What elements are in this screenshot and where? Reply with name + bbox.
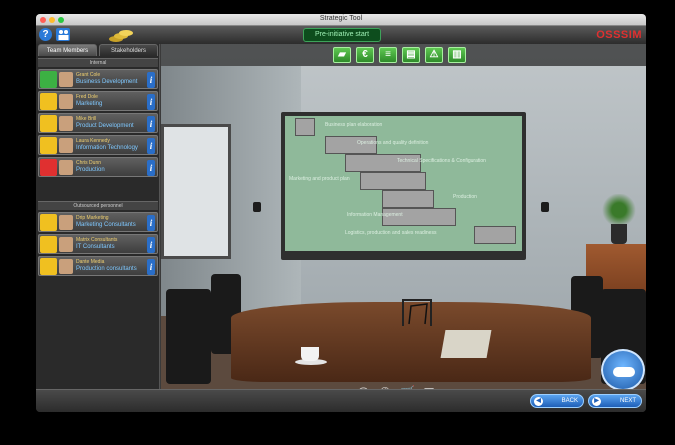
info-icon[interactable]: i — [147, 94, 155, 110]
activity-icon — [40, 93, 57, 110]
tool-toolbar: ▰ € ≡ ▤ ⚠ ▥ — [161, 44, 646, 66]
member-role: Production consultants — [76, 266, 137, 272]
member-role: Marketing Consultants — [76, 222, 136, 228]
activity-icon — [40, 159, 57, 176]
gantt-bar[interactable] — [382, 190, 434, 208]
gantt-task-label: Production — [453, 194, 477, 200]
wall-lamp — [541, 202, 549, 212]
activity-icon — [40, 258, 57, 275]
gantt-chart: Business plan elaboration Operations and … — [285, 116, 522, 251]
gantt-task-label: Technical Specifications & Configuration — [397, 158, 486, 164]
member-name: Grant Cole — [76, 72, 101, 78]
gantt-task-label: Business plan elaboration — [325, 122, 383, 128]
member-role: IT Consultants — [76, 244, 115, 250]
wall-lamp — [253, 202, 261, 212]
app-window: Strategic Tool ? Pre-initiative start OS… — [36, 14, 646, 412]
member-card[interactable]: Fred Dole Marketing i — [38, 91, 158, 111]
back-button[interactable]: ◀ BACK — [530, 394, 584, 408]
back-button-label: BACK — [561, 398, 578, 404]
avatar — [59, 237, 73, 252]
panel-tabs: Team Members Stakeholders — [38, 44, 158, 56]
info-icon[interactable]: i — [147, 138, 155, 154]
book-icon[interactable]: ▤ — [402, 47, 420, 63]
info-icon[interactable]: i — [147, 116, 155, 132]
member-card[interactable]: Mike Brill Product Development i — [38, 113, 158, 133]
next-button[interactable]: ▶ NEXT — [588, 394, 642, 408]
avatar — [59, 160, 73, 175]
member-role: Information Technology — [76, 145, 138, 151]
team-icon[interactable] — [56, 28, 70, 41]
avatar — [59, 72, 73, 87]
meeting-room-scene: Business plan elaboration Operations and … — [161, 44, 646, 389]
member-role: Production — [76, 167, 105, 173]
info-icon[interactable]: i — [147, 72, 155, 88]
bottom-bar: ◀ BACK ▶ NEXT — [36, 389, 646, 412]
member-name: Drip Marketing — [76, 215, 109, 221]
member-name: Chris Dunn — [76, 160, 102, 166]
warning-icon[interactable]: ⚠ — [425, 47, 443, 63]
avatar — [59, 116, 73, 131]
team-panel: Team Members Stakeholders Internal Grant… — [36, 44, 160, 389]
tab-team-members[interactable]: Team Members — [38, 44, 97, 56]
desk-toy — [402, 299, 432, 326]
internal-section-header: Internal — [38, 58, 158, 67]
info-icon[interactable]: i — [147, 215, 155, 231]
plant-pot — [611, 224, 627, 244]
folder-icon[interactable]: ▰ — [333, 47, 351, 63]
external-section-header: Outsourced personnel — [38, 201, 158, 210]
top-bar: ? Pre-initiative start OSSSIM — [36, 26, 646, 44]
gantt-task-label: Marketing and product plan — [289, 176, 350, 182]
gantt-board[interactable]: Business plan elaboration Operations and … — [281, 112, 526, 260]
help-icon[interactable]: ? — [39, 28, 52, 41]
gantt-task-label: Operations and quality definition — [357, 140, 429, 146]
member-card[interactable]: Dante Media Production consultants i — [38, 256, 158, 276]
plant — [601, 194, 637, 226]
activity-icon — [40, 214, 57, 231]
gantt-bar[interactable] — [295, 118, 315, 136]
chair — [166, 289, 211, 384]
member-role: Business Development — [76, 79, 138, 85]
gantt-icon[interactable]: ≡ — [379, 47, 397, 63]
status-badge: Pre-initiative start — [303, 28, 381, 42]
activity-icon — [40, 236, 57, 253]
gantt-task-label: Logistics, production and sales readines… — [345, 230, 437, 236]
member-name: Mike Brill — [76, 116, 97, 122]
avatar — [59, 215, 73, 230]
member-card[interactable]: Drip Marketing Marketing Consultants i — [38, 212, 158, 232]
member-name: Matrix Consultants — [76, 237, 118, 243]
title-bar: Strategic Tool — [36, 14, 646, 26]
member-name: Laura Kennedy — [76, 138, 110, 144]
member-name: Dante Media — [76, 259, 105, 265]
gantt-bar[interactable] — [474, 226, 516, 244]
member-card[interactable]: Laura Kennedy Information Technology i — [38, 135, 158, 155]
coffee-cup — [301, 347, 319, 361]
info-icon[interactable]: i — [147, 160, 155, 176]
trash-icon[interactable]: ▥ — [448, 47, 466, 63]
activity-icon — [40, 137, 57, 154]
gantt-bar[interactable] — [360, 172, 426, 190]
member-card[interactable]: Matrix Consultants IT Consultants i — [38, 234, 158, 254]
weather-icon[interactable] — [601, 349, 645, 391]
window-title: Strategic Tool — [319, 15, 363, 22]
activity-icon — [40, 115, 57, 132]
info-icon[interactable]: i — [147, 259, 155, 275]
tab-stakeholders[interactable]: Stakeholders — [99, 44, 158, 56]
activity-icon — [40, 71, 57, 88]
next-button-label: NEXT — [619, 398, 636, 404]
gantt-task-label: Information Management — [347, 212, 403, 218]
euro-icon[interactable]: € — [356, 47, 374, 63]
member-name: Fred Dole — [76, 94, 98, 100]
member-card[interactable]: Grant Cole Business Development i — [38, 69, 158, 89]
avatar — [59, 94, 73, 109]
coins-icon[interactable] — [108, 28, 134, 42]
brand-logo: OSSSIM — [596, 29, 642, 41]
papers-stack[interactable] — [440, 330, 492, 358]
avatar — [59, 259, 73, 274]
member-role: Product Development — [76, 123, 134, 129]
avatar — [59, 138, 73, 153]
whiteboard[interactable] — [161, 124, 231, 259]
member-card[interactable]: Chris Dunn Production i — [38, 157, 158, 177]
info-icon[interactable]: i — [147, 237, 155, 253]
member-role: Marketing — [76, 101, 103, 107]
